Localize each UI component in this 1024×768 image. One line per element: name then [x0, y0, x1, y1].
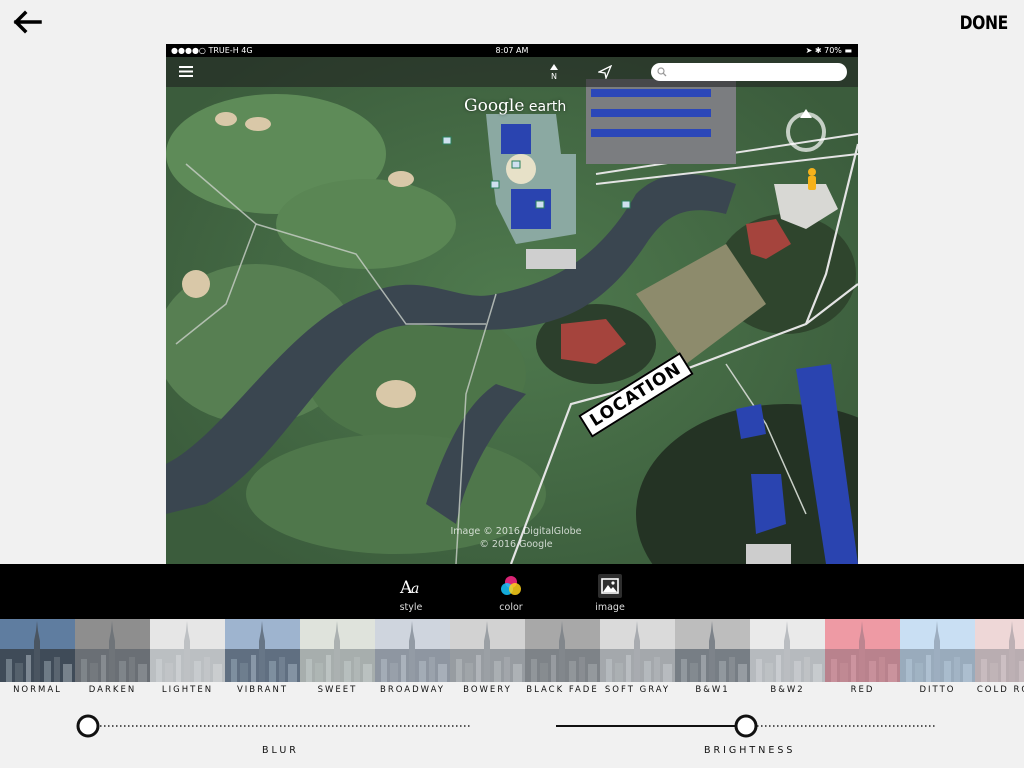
credit-line-2: © 2016 Google [479, 539, 553, 550]
filter-label: B&W1 [695, 685, 730, 695]
filter-red[interactable]: RED [825, 619, 900, 699]
tab-style[interactable]: A a style [381, 574, 441, 613]
filter-vibrant[interactable]: VIBRANT [225, 619, 300, 699]
filter-cold-room[interactable]: COLD ROOM [975, 619, 1024, 699]
filter-label: BROADWAY [380, 685, 445, 695]
location-arrow-icon [598, 65, 612, 79]
filter-thumbnail [825, 619, 900, 682]
filter-sweet[interactable]: SWEET [300, 619, 375, 699]
filter-b-w1[interactable]: B&W1 [675, 619, 750, 699]
filter-label: DARKEN [88, 685, 137, 695]
svg-text:a: a [411, 581, 419, 597]
filter-bowery[interactable]: BOWERY [450, 619, 525, 699]
tab-color-label: color [499, 602, 523, 613]
google-earth-watermark: Google earth [464, 96, 567, 116]
filter-thumbnail [150, 619, 225, 682]
tab-image-label: image [595, 602, 625, 613]
text-style-icon: A a [399, 578, 419, 598]
tab-style-label: style [399, 602, 423, 613]
filter-thumbnail [450, 619, 525, 682]
filter-label: VIBRANT [236, 685, 289, 695]
filter-broadway[interactable]: BROADWAY [375, 619, 450, 699]
top-bar: DONE [0, 0, 1024, 44]
image-icon [598, 574, 622, 598]
filter-thumbnail [75, 619, 150, 682]
blur-slider-knob[interactable] [76, 714, 100, 738]
map-toolbar: N [166, 57, 858, 87]
map-search-input [651, 63, 847, 81]
brightness-slider-knob[interactable] [734, 714, 758, 738]
brightness-label: BRIGHTNESS [704, 745, 796, 756]
filter-thumbnail [525, 619, 600, 682]
filter-thumbnail [375, 619, 450, 682]
blur-label: BLUR [262, 745, 299, 756]
filter-soft-gray[interactable]: SOFT GRAY [600, 619, 675, 699]
svg-text:N: N [551, 72, 557, 80]
color-wheel-icon [501, 576, 521, 595]
filter-label: COLD ROOM [976, 685, 1024, 695]
done-button[interactable]: DONE [960, 12, 1009, 34]
search-icon [657, 67, 667, 77]
battery-status: ➤ ✱ 70% ▬ [805, 46, 852, 55]
tab-color[interactable]: color [481, 574, 541, 613]
filter-thumbnail [750, 619, 825, 682]
filter-darken[interactable]: DARKEN [75, 619, 150, 699]
filter-label: DITTO [919, 685, 956, 695]
filter-thumbnail [975, 619, 1024, 682]
filter-label: BOWERY [463, 685, 512, 695]
filter-thumbnail [300, 619, 375, 682]
slider-panel [76, 714, 936, 738]
tab-image[interactable]: image [580, 574, 640, 613]
filter-label: B&W2 [770, 685, 805, 695]
filter-label: BLACK FADE [526, 685, 599, 695]
filter-strip: NORMAL DARKEN LIGHTEN VIBRANT SWEET BROADWAY B… [0, 619, 1024, 699]
credit-line-1: Image © 2016 DigitalGlobe [450, 526, 582, 537]
filter-thumbnail [600, 619, 675, 682]
filter-lighten[interactable]: LIGHTEN [150, 619, 225, 699]
device-status-bar: ●●●●○ TRUE-H 4G 8:07 AM ➤ ✱ 70% ▬ [166, 44, 858, 57]
filter-normal[interactable]: NORMAL [0, 619, 75, 699]
imagery-credit: Image © 2016 DigitalGlobe © 2016 Google [446, 525, 586, 551]
status-time: 8:07 AM [495, 46, 529, 55]
filter-thumbnail [0, 619, 75, 682]
filter-black-fade[interactable]: BLACK FADE [525, 619, 600, 699]
filter-ditto[interactable]: DITTO [900, 619, 975, 699]
editor-toolbar: A a style color image [0, 564, 1024, 619]
edited-photo: ●●●●○ TRUE-H 4G 8:07 AM ➤ ✱ 70% ▬ N Goog… [166, 44, 858, 564]
filter-b-w2[interactable]: B&W2 [750, 619, 825, 699]
north-compass-icon: N [550, 64, 558, 80]
filter-label: LIGHTEN [161, 685, 214, 695]
back-arrow-icon[interactable] [12, 8, 44, 36]
hamburger-menu-icon [179, 66, 193, 77]
filter-thumbnail [900, 619, 975, 682]
filter-label: SWEET [317, 685, 358, 695]
filter-thumbnail [675, 619, 750, 682]
filter-label: SOFT GRAY [604, 685, 671, 695]
filter-label: RED [850, 685, 875, 695]
filter-thumbnail [225, 619, 300, 682]
filter-label: NORMAL [13, 685, 62, 695]
aerial-map-image [166, 44, 858, 564]
